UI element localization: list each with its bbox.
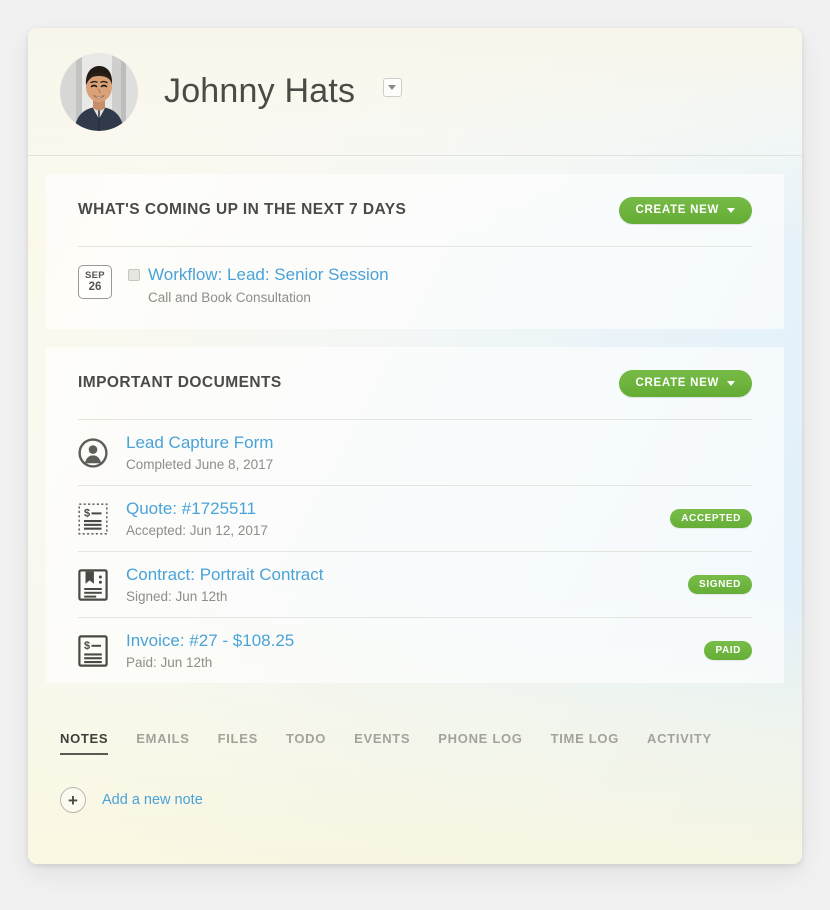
upcoming-item-title[interactable]: Workflow: Lead: Senior Session — [148, 265, 389, 285]
chevron-down-icon[interactable] — [383, 78, 402, 97]
documents-title: IMPORTANT DOCUMENTS — [78, 374, 282, 392]
status-badge-slot: PAID — [662, 641, 752, 660]
add-note-link[interactable]: Add a new note — [102, 792, 203, 808]
tab-emails[interactable]: EMAILS — [136, 731, 189, 755]
status-badge: ACCEPTED — [670, 509, 752, 528]
table-row[interactable]: Contract: Portrait Contract Signed: Jun … — [78, 552, 752, 618]
document-subtitle: Completed June 8, 2017 — [126, 457, 662, 472]
caret-down-icon — [727, 381, 735, 386]
documents-create-new-button[interactable]: CREATE NEW — [619, 370, 752, 397]
client-profile-window: Johnny Hats WHAT'S COMING UP IN THE NEXT… — [28, 28, 802, 864]
tab-activity[interactable]: ACTIVITY — [647, 731, 712, 755]
avatar[interactable] — [60, 53, 138, 131]
page-title: Johnny Hats — [164, 72, 402, 111]
table-row[interactable]: $ Quote: #1725511 Accepted: Jun 12, 2017… — [78, 486, 752, 552]
plus-icon[interactable]: + — [60, 787, 86, 813]
documents-panel-header: IMPORTANT DOCUMENTS CREATE NEW — [78, 347, 752, 419]
document-title[interactable]: Contract: Portrait Contract — [126, 565, 323, 585]
person-circle-icon — [78, 438, 114, 468]
svg-text:$: $ — [84, 507, 90, 519]
document-subtitle: Paid: Jun 12th — [126, 655, 662, 670]
tab-todo[interactable]: TODO — [286, 731, 326, 755]
calendar-month: SEP — [85, 271, 105, 281]
task-checkbox[interactable] — [128, 269, 140, 281]
calendar-day: 26 — [89, 282, 102, 294]
upcoming-item-subtitle: Call and Book Consultation — [148, 290, 389, 305]
caret-down-icon — [727, 208, 735, 213]
tab-notes[interactable]: NOTES — [60, 731, 108, 755]
table-row[interactable]: $ Invoice: #27 - $108.25 Paid: Jun 12th … — [78, 618, 752, 683]
svg-text:$: $ — [84, 640, 90, 652]
add-note-row: + Add a new note — [28, 755, 802, 813]
upcoming-create-new-button[interactable]: CREATE NEW — [619, 197, 752, 224]
profile-header: Johnny Hats — [28, 28, 802, 156]
list-item[interactable]: SEP 26 Workflow: Lead: Senior Session Ca… — [78, 247, 752, 329]
invoice-document-icon: $ — [78, 635, 114, 667]
upcoming-panel: WHAT'S COMING UP IN THE NEXT 7 DAYS CREA… — [46, 174, 784, 329]
tab-files[interactable]: FILES — [218, 731, 258, 755]
calendar-date-icon: SEP 26 — [78, 265, 112, 299]
document-subtitle: Signed: Jun 12th — [126, 589, 662, 604]
document-title[interactable]: Quote: #1725511 — [126, 499, 256, 519]
profile-name-text: Johnny Hats — [164, 72, 355, 110]
upcoming-title: WHAT'S COMING UP IN THE NEXT 7 DAYS — [78, 201, 406, 219]
activity-tabs: NOTES EMAILS FILES TODO EVENTS PHONE LOG TIME … — [28, 713, 802, 755]
document-title[interactable]: Invoice: #27 - $108.25 — [126, 631, 294, 651]
table-row[interactable]: Lead Capture Form Completed June 8, 2017 — [78, 420, 752, 486]
status-badge-slot: SIGNED — [662, 575, 752, 594]
documents-create-new-label: CREATE NEW — [636, 377, 719, 389]
status-badge: PAID — [704, 641, 752, 660]
document-title[interactable]: Lead Capture Form — [126, 433, 273, 453]
contract-document-icon — [78, 569, 114, 601]
tab-time-log[interactable]: TIME LOG — [551, 731, 619, 755]
quote-document-icon: $ — [78, 503, 114, 535]
documents-panel: IMPORTANT DOCUMENTS CREATE NEW — [46, 347, 784, 683]
upcoming-create-new-label: CREATE NEW — [636, 204, 719, 216]
tab-events[interactable]: EVENTS — [354, 731, 410, 755]
upcoming-panel-header: WHAT'S COMING UP IN THE NEXT 7 DAYS CREA… — [78, 174, 752, 246]
status-badge-slot: ACCEPTED — [662, 509, 752, 528]
status-badge: SIGNED — [688, 575, 752, 594]
tab-phone-log[interactable]: PHONE LOG — [438, 731, 522, 755]
avatar-photo — [60, 53, 138, 131]
document-subtitle: Accepted: Jun 12, 2017 — [126, 523, 662, 538]
